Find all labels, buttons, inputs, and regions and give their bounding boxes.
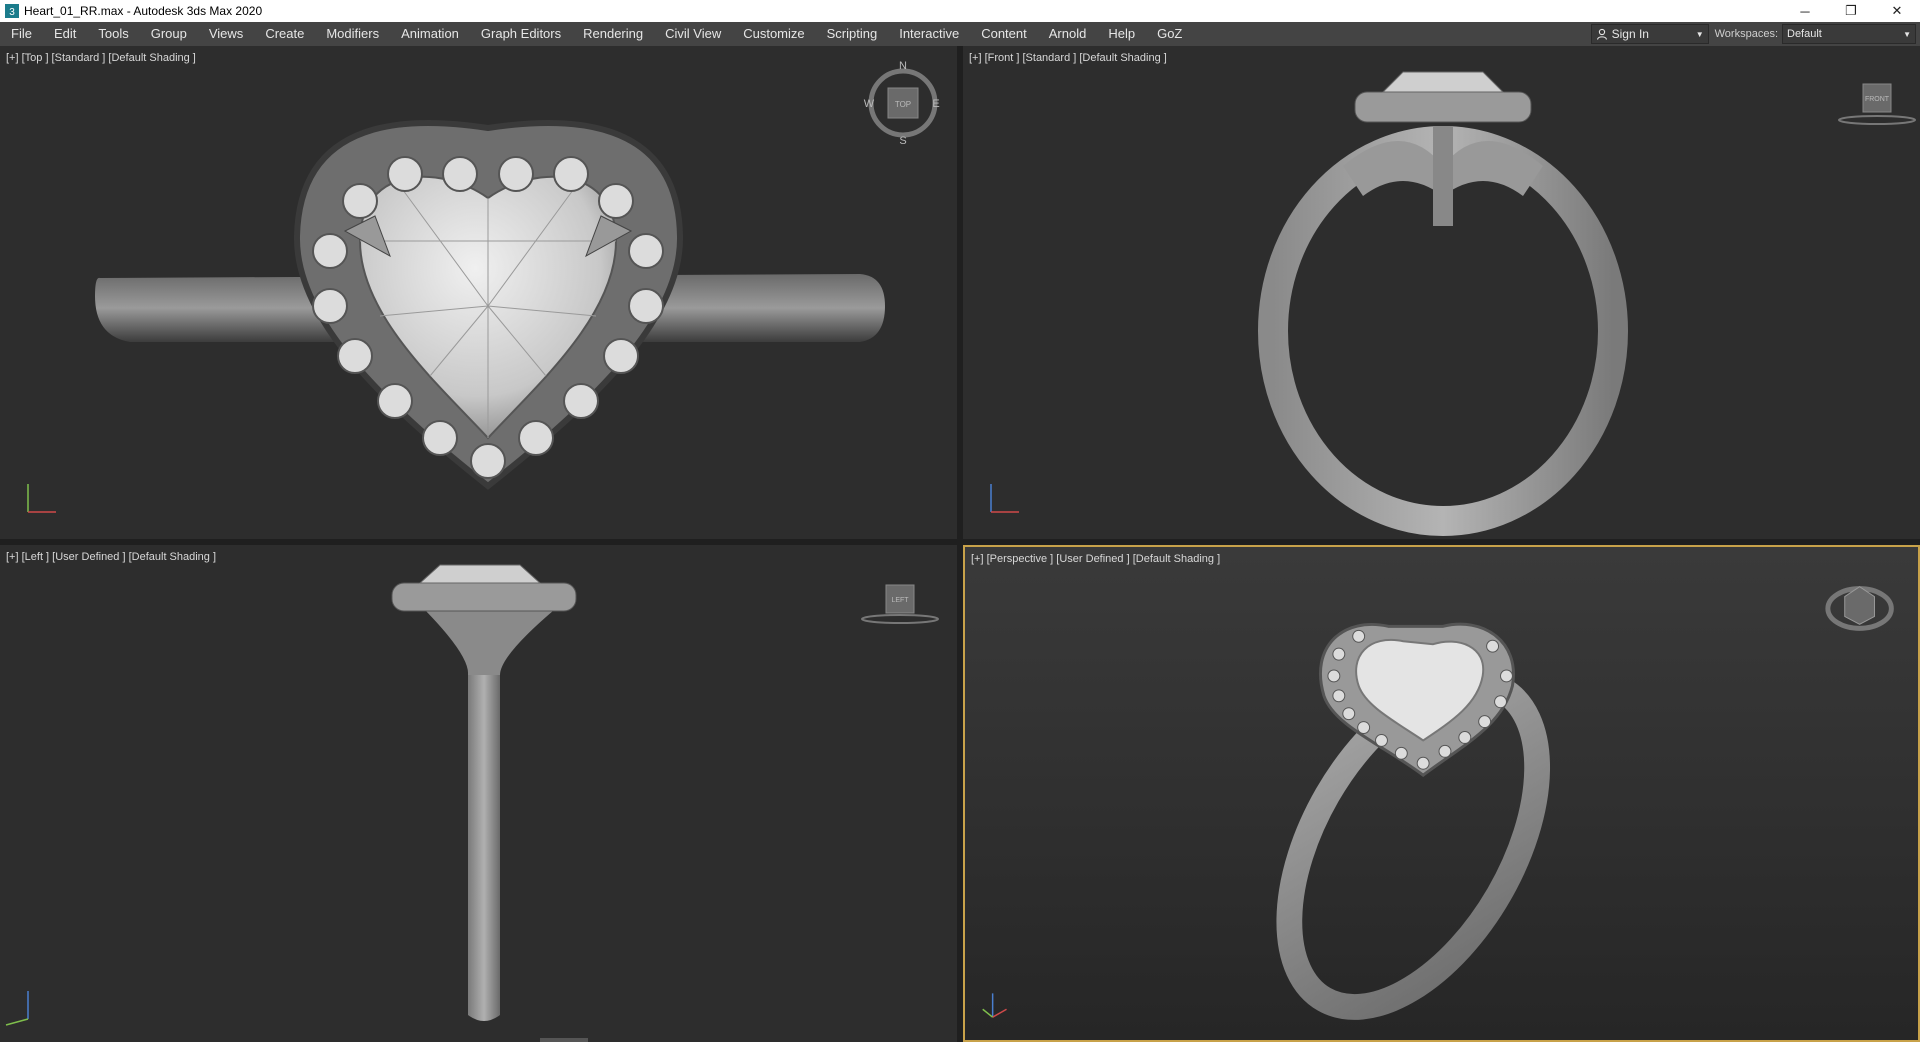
menu-animation[interactable]: Animation bbox=[390, 22, 470, 46]
menu-views[interactable]: Views bbox=[198, 22, 254, 46]
svg-text:3: 3 bbox=[9, 7, 15, 18]
ring-shank-side bbox=[468, 625, 500, 1021]
viewport-label-front[interactable]: [+] [Front ] [Standard ] [Default Shadin… bbox=[969, 52, 1167, 64]
menu-rendering[interactable]: Rendering bbox=[572, 22, 654, 46]
perspective-view-scene bbox=[982, 586, 1894, 1020]
viewport-area: TOP N E S W [+] [Top ] [Standard ] [Defa… bbox=[0, 46, 1920, 1042]
viewcube-face-label: FRONT bbox=[1865, 96, 1890, 103]
menu-customize[interactable]: Customize bbox=[732, 22, 815, 46]
menu-interactive[interactable]: Interactive bbox=[888, 22, 970, 46]
left-view-scene: LEFT bbox=[5, 564, 939, 1026]
viewport-front[interactable]: FRONT [+] [Front ] [Standard ] [Default … bbox=[963, 46, 1920, 539]
viewport-perspective[interactable]: [+] [Perspective ] [User Defined ] [Defa… bbox=[963, 545, 1920, 1042]
center-post bbox=[1433, 126, 1453, 226]
axis-tripod-icon bbox=[27, 484, 56, 513]
halo-setting-side bbox=[391, 582, 577, 612]
menu-group[interactable]: Group bbox=[140, 22, 198, 46]
chevron-down-icon: ▼ bbox=[1903, 29, 1911, 39]
menu-tools[interactable]: Tools bbox=[87, 22, 139, 46]
menu-edit[interactable]: Edit bbox=[43, 22, 87, 46]
viewport-scroll-tab[interactable] bbox=[540, 1038, 588, 1042]
window-title: Heart_01_RR.max - Autodesk 3ds Max 2020 bbox=[24, 4, 263, 18]
menu-file[interactable]: File bbox=[0, 22, 43, 46]
viewport-label-perspective[interactable]: [+] [Perspective ] [User Defined ] [Defa… bbox=[971, 553, 1220, 565]
ring-gallery-side bbox=[420, 605, 560, 675]
restore-button[interactable]: ❐ bbox=[1828, 0, 1874, 22]
compass-north: N bbox=[899, 60, 907, 72]
axis-tripod-icon bbox=[982, 993, 1007, 1018]
menu-create[interactable]: Create bbox=[254, 22, 315, 46]
top-view-scene: TOP N E S W bbox=[27, 60, 940, 513]
viewcube-compass[interactable]: TOP N E S W bbox=[864, 60, 940, 147]
3ds-max-app-icon: 3 bbox=[5, 4, 19, 18]
halo-setting-front bbox=[1354, 91, 1532, 123]
gem-crown-front bbox=[1381, 71, 1505, 93]
front-view-scene: FRONT bbox=[990, 71, 1916, 536]
sign-in-label: Sign In bbox=[1611, 27, 1649, 41]
menu-civil-view[interactable]: Civil View bbox=[654, 22, 732, 46]
workspaces-dropdown[interactable]: Default ▼ bbox=[1782, 24, 1916, 44]
user-icon bbox=[1596, 28, 1607, 40]
workspaces-value: Default bbox=[1787, 28, 1822, 40]
close-button[interactable]: ✕ bbox=[1874, 0, 1920, 22]
menu-arnold[interactable]: Arnold bbox=[1038, 22, 1098, 46]
minimize-button[interactable]: ─ bbox=[1782, 0, 1828, 22]
menu-scripting[interactable]: Scripting bbox=[816, 22, 889, 46]
viewport-label-left[interactable]: [+] [Left ] [User Defined ] [Default Sha… bbox=[6, 551, 216, 563]
viewcube-left[interactable]: LEFT bbox=[861, 584, 939, 624]
menu-content[interactable]: Content bbox=[970, 22, 1038, 46]
menu-modifiers[interactable]: Modifiers bbox=[315, 22, 390, 46]
viewport-left[interactable]: LEFT [+] [Left ] [User Defined ] [Defaul… bbox=[0, 545, 957, 1042]
menu-goz[interactable]: GoZ bbox=[1146, 22, 1193, 46]
viewcube-perspective[interactable] bbox=[1825, 586, 1894, 631]
chevron-down-icon: ▼ bbox=[1695, 29, 1704, 39]
menu-bar: File Edit Tools Group Views Create Modif… bbox=[0, 22, 1920, 46]
viewport-label-top[interactable]: [+] [Top ] [Standard ] [Default Shading … bbox=[6, 52, 196, 64]
axis-tripod-icon bbox=[5, 991, 29, 1026]
menu-help[interactable]: Help bbox=[1097, 22, 1146, 46]
axis-tripod-icon bbox=[990, 484, 1019, 513]
menu-graph-editors[interactable]: Graph Editors bbox=[470, 22, 572, 46]
viewcube-front[interactable]: FRONT bbox=[1838, 83, 1916, 125]
gem-crown-side bbox=[418, 564, 542, 584]
compass-south: S bbox=[899, 135, 906, 147]
viewport-top[interactable]: TOP N E S W [+] [Top ] [Standard ] [Defa… bbox=[0, 46, 957, 539]
compass-east: E bbox=[932, 98, 939, 110]
viewcube-face-label: TOP bbox=[895, 100, 911, 109]
title-bar: 3 Heart_01_RR.max - Autodesk 3ds Max 202… bbox=[0, 0, 1920, 22]
sign-in-dropdown[interactable]: Sign In ▼ bbox=[1590, 24, 1709, 44]
viewcube-face-label: LEFT bbox=[891, 597, 909, 604]
workspaces-label: Workspaces: bbox=[1714, 28, 1778, 40]
compass-west: W bbox=[864, 98, 875, 110]
